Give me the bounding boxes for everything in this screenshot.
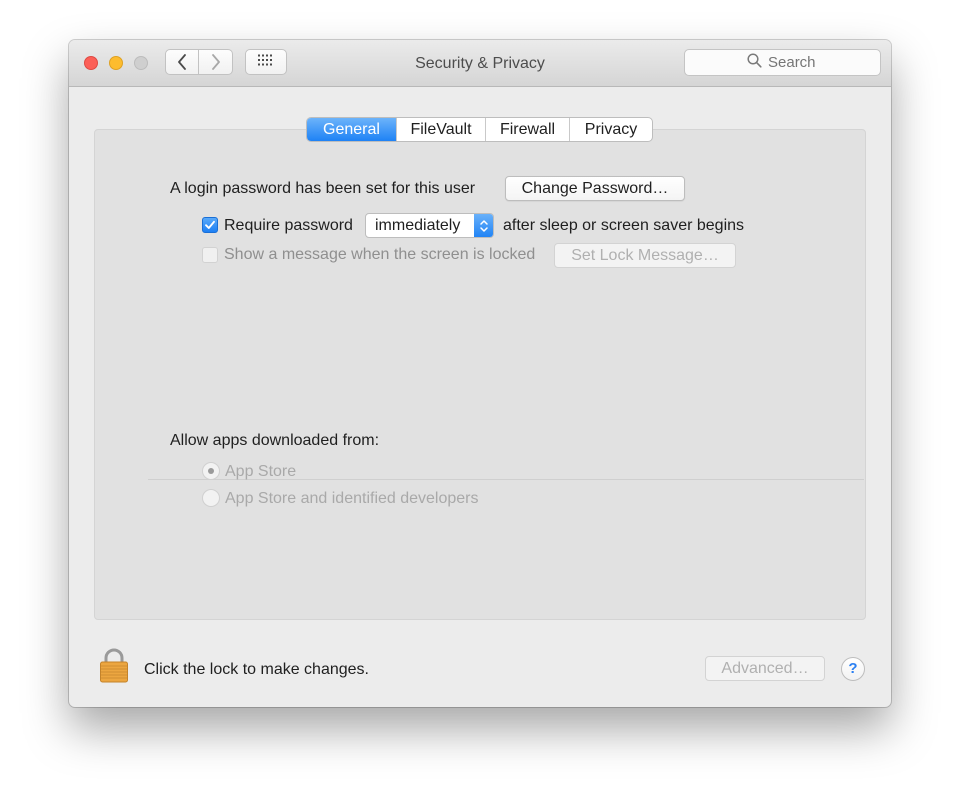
radio-identified-developers[interactable] [202,489,220,507]
minimize-button[interactable] [109,56,123,70]
show-message-checkbox[interactable] [202,247,218,263]
require-password-checkbox[interactable] [202,217,218,233]
change-password-button[interactable]: Change Password… [505,176,685,201]
login-password-label: A login password has been set for this u… [170,180,476,197]
radio-app-store[interactable] [202,462,220,480]
advanced-button[interactable]: Advanced… [705,656,825,681]
tab-general[interactable]: General [307,118,396,141]
tab-firewall[interactable]: Firewall [485,118,569,141]
show-message-label: Show a message when the screen is locked [224,246,536,263]
tab-filevault[interactable]: FileVault [396,118,485,141]
forward-button[interactable] [199,49,233,75]
navigation-buttons [165,49,233,75]
lock-status-text: Click the lock to make changes. [144,661,369,678]
tab-bar: General FileVault Firewall Privacy [306,117,653,142]
tab-privacy[interactable]: Privacy [569,118,652,141]
grid-icon [257,53,275,71]
require-password-label: Require password [224,217,353,234]
zoom-button [134,56,148,70]
lock-icon[interactable] [99,648,129,684]
close-button[interactable] [84,56,98,70]
help-button[interactable]: ? [841,657,865,681]
password-delay-value: immediately [375,217,461,234]
chevron-right-icon [211,54,221,70]
require-password-suffix: after sleep or screen saver begins [503,217,745,234]
radio-app-store-label: App Store [225,463,297,480]
updown-arrows-icon [474,214,493,237]
search-icon [747,53,768,72]
search-input[interactable] [768,54,818,71]
password-delay-popup[interactable]: immediately [365,213,494,238]
allow-apps-heading: Allow apps downloaded from: [170,432,380,449]
back-button[interactable] [165,49,199,75]
content-panel: A login password has been set for this u… [94,129,866,620]
preferences-window: Security & Privacy A login password has … [69,40,891,707]
radio-identified-developers-label: App Store and identified developers [225,490,479,507]
show-all-button[interactable] [245,49,287,75]
chevron-left-icon [177,54,187,70]
set-lock-message-button[interactable]: Set Lock Message… [554,243,736,268]
title-bar[interactable]: Security & Privacy [69,40,891,87]
search-field[interactable] [684,49,881,76]
